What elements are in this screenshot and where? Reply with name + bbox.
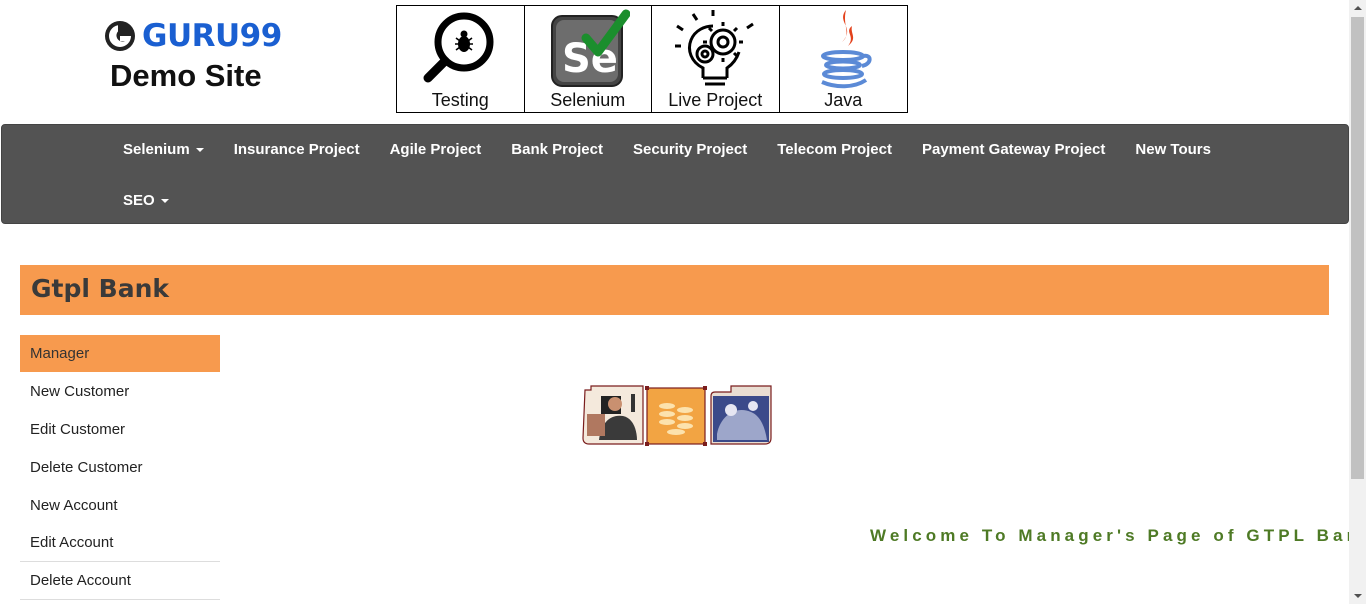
nav-agile-project[interactable]: Agile Project: [375, 138, 497, 161]
nav-label: SEO: [123, 192, 155, 209]
site-logo[interactable]: GURU99 Demo Site: [104, 18, 304, 93]
nav-bank-project[interactable]: Bank Project: [496, 138, 618, 161]
menu-item-new-customer[interactable]: New Customer: [20, 372, 220, 410]
menu-item-new-account[interactable]: New Account: [20, 486, 220, 524]
main-navbar: Selenium Insurance Project Agile Project…: [1, 124, 1349, 224]
nav-telecom-project[interactable]: Telecom Project: [762, 138, 907, 161]
nav-seo-dropdown[interactable]: SEO: [108, 189, 184, 212]
course-testing[interactable]: Testing: [397, 6, 525, 112]
logo-subtitle: Demo Site: [110, 58, 262, 93]
bank-banner-image: [582, 385, 772, 446]
nav-label: Selenium: [123, 141, 190, 158]
menu-item-edit-customer[interactable]: Edit Customer: [20, 410, 220, 448]
page-title: Gtpl Bank: [31, 274, 169, 303]
nav-new-tours[interactable]: New Tours: [1120, 138, 1226, 161]
nav-payment-gateway-project[interactable]: Payment Gateway Project: [907, 138, 1120, 161]
menu-item-delete-account[interactable]: Delete Account: [20, 562, 220, 600]
course-selenium[interactable]: Se Selenium: [525, 6, 652, 112]
bank-header: Gtpl Bank: [20, 265, 1329, 315]
side-menu: Manager New Customer Edit Customer Delet…: [20, 335, 220, 600]
menu-item-manager[interactable]: Manager: [20, 335, 220, 372]
course-banner: Testing Se Selenium Live Project Java: [396, 5, 908, 113]
course-label: Testing: [431, 90, 489, 110]
nav-security-project[interactable]: Security Project: [618, 138, 762, 161]
course-live-project[interactable]: Live Project: [652, 6, 780, 112]
nav-selenium-dropdown[interactable]: Selenium: [108, 138, 219, 161]
course-label: Live Project: [668, 90, 763, 110]
menu-item-delete-customer[interactable]: Delete Customer: [20, 448, 220, 486]
magnifier-bug-icon: [423, 12, 494, 83]
java-cup-icon: [821, 10, 872, 89]
guru99-logo-icon: [105, 21, 135, 51]
course-java[interactable]: Java: [780, 6, 908, 112]
lightbulb-gears-icon: [675, 10, 755, 86]
page-scrollbar[interactable]: [1349, 0, 1366, 604]
course-label: Selenium: [550, 90, 626, 110]
caret-down-icon: [195, 147, 204, 152]
menu-item-edit-account[interactable]: Edit Account: [20, 524, 220, 562]
selenium-check-icon: Se: [550, 9, 630, 87]
logo-text: GURU99: [142, 18, 282, 54]
welcome-marquee: Welcome To Manager's Page of GTPL Bank: [870, 526, 1350, 545]
course-label: Java: [824, 90, 863, 110]
scroll-down-arrow-icon[interactable]: [1354, 594, 1362, 598]
caret-down-icon: [160, 198, 169, 203]
scrollbar-thumb[interactable]: [1351, 17, 1364, 479]
nav-insurance-project[interactable]: Insurance Project: [219, 138, 375, 161]
scroll-up-arrow-icon[interactable]: [1354, 6, 1362, 10]
